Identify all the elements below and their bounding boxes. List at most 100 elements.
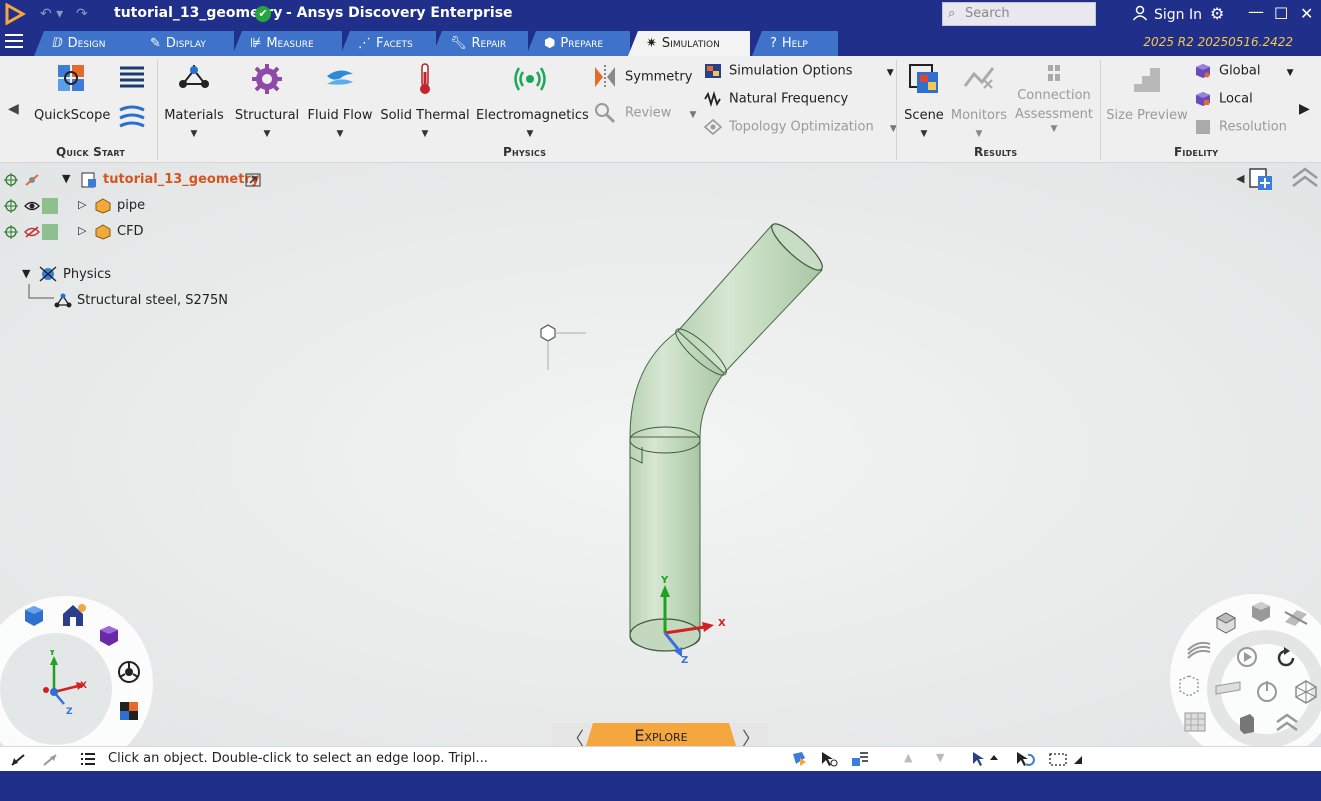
maximize-button[interactable]: ☐ xyxy=(1274,4,1288,23)
select-back-icon[interactable] xyxy=(10,753,30,767)
topology-optimization-button[interactable]: Topology Optimization ▼ xyxy=(704,119,897,135)
connection-assessment-button[interactable]: Connection Assessment ▼ xyxy=(1012,62,1096,134)
view-add-icon[interactable] xyxy=(1247,166,1277,194)
quickscope-button[interactable]: QuickScope xyxy=(34,62,110,123)
tab-measure[interactable]: ⊯ Measure xyxy=(232,31,342,56)
cube-blue-icon[interactable] xyxy=(22,604,46,628)
solid-box-icon[interactable] xyxy=(1236,712,1258,736)
dotted-cube-icon[interactable] xyxy=(1177,674,1201,698)
status-message: Click an object. Double-click to select … xyxy=(108,751,488,766)
minimize-button[interactable]: — xyxy=(1248,2,1264,21)
tree-item-pipe[interactable]: pipe xyxy=(117,198,145,213)
pointer-query-icon[interactable] xyxy=(820,750,838,768)
tree-root[interactable]: tutorial_13_geometry xyxy=(103,172,259,187)
size-preview-button[interactable]: Size Preview xyxy=(1106,62,1188,123)
local-button[interactable]: Local xyxy=(1194,91,1253,107)
section-plane-icon[interactable] xyxy=(1283,606,1309,628)
collapse-triangle-icon[interactable]: ▼ xyxy=(22,267,30,280)
topology-icon xyxy=(704,119,722,135)
color-swatch[interactable] xyxy=(42,224,58,240)
tree-item-cfd[interactable]: CFD xyxy=(117,224,144,239)
tab-repair[interactable]: 🔧︎ Repair xyxy=(432,31,528,56)
version-label: 2025 R2 20250516.2422 xyxy=(1143,35,1293,49)
streamlines-icon[interactable] xyxy=(1186,640,1212,662)
group-quick-start: Quick Start xyxy=(56,145,126,159)
resolution-button[interactable]: Resolution xyxy=(1194,119,1287,135)
symmetry-button[interactable]: Symmetry xyxy=(592,64,692,90)
color-swatch[interactable] xyxy=(42,198,58,214)
pipe-model[interactable] xyxy=(520,215,840,675)
electromagnetics-icon xyxy=(514,67,546,91)
tab-design[interactable]: ⅅ Design xyxy=(34,31,144,56)
review-button[interactable]: Review ▼ xyxy=(592,100,696,126)
simulation-options-button[interactable]: Simulation Options ▼ xyxy=(704,63,894,79)
chevron-down-icon: ▼ xyxy=(689,109,697,120)
home-view-icon[interactable] xyxy=(60,602,88,628)
down-arrow-icon[interactable]: ▼ xyxy=(936,751,944,764)
expand-triangle-icon[interactable]: ▷ xyxy=(78,198,86,211)
ribbon-scroll-right[interactable]: ▶ xyxy=(1299,101,1310,117)
selection-filter-icon[interactable] xyxy=(850,750,870,768)
title-bar: ↶ ▾ ↷ tutorial_13_geometry ✔ - Ansys Dis… xyxy=(0,0,1321,28)
solid-thermal-button[interactable]: Solid Thermal ▼ xyxy=(380,62,470,139)
power-icon[interactable] xyxy=(1254,678,1280,704)
slice-plane-icon[interactable] xyxy=(1214,680,1242,700)
electromagnetics-button[interactable]: Electromagnetics ▼ xyxy=(476,62,589,139)
tab-simulation[interactable]: ✷ Simulation xyxy=(628,31,750,56)
rotate-reset-icon[interactable] xyxy=(1274,646,1298,670)
collapse-triangle-icon[interactable]: ▼ xyxy=(62,172,70,185)
fluid-flow-button[interactable]: Fluid Flow ▼ xyxy=(306,62,374,139)
cube-purple-icon[interactable] xyxy=(97,624,121,648)
redo-icon[interactable]: ↷ xyxy=(76,6,88,22)
list-icon[interactable] xyxy=(80,752,96,766)
natural-frequency-button[interactable]: Natural Frequency xyxy=(704,91,848,107)
tab-help[interactable]: ? Help xyxy=(752,31,838,56)
hamburger-menu-icon[interactable] xyxy=(5,34,23,50)
tab-display[interactable]: ✎ Display xyxy=(132,31,234,56)
expand-chevrons-icon[interactable] xyxy=(1274,712,1300,734)
checker-pattern-icon[interactable] xyxy=(118,700,140,722)
hidden-eye-icon[interactable] xyxy=(24,225,40,239)
brush-icon: ✎ xyxy=(150,36,161,51)
tree-physics[interactable]: Physics xyxy=(63,267,111,282)
crosshair-icon[interactable] xyxy=(4,199,18,213)
select-mode-icon[interactable] xyxy=(970,750,1000,768)
play-animation-icon[interactable] xyxy=(1236,646,1258,668)
monitors-button[interactable]: Monitors ▼ xyxy=(950,62,1008,139)
tab-facets[interactable]: ⋰ Facets xyxy=(340,31,436,56)
panel-collapse-arrow[interactable]: ◀ xyxy=(1236,172,1244,185)
select-body-icon[interactable] xyxy=(790,750,808,768)
flow-lines-icon[interactable] xyxy=(118,64,146,96)
visibility-mixed-icon[interactable] xyxy=(24,173,40,187)
undo-icon[interactable]: ↶ ▾ xyxy=(40,6,63,22)
select-forward-icon[interactable] xyxy=(40,753,60,767)
streamline-icon[interactable] xyxy=(118,104,146,136)
chevron-down-icon: ▼ xyxy=(336,129,344,139)
wire-polyhedron-icon[interactable] xyxy=(1293,679,1319,705)
close-button[interactable]: ✕ xyxy=(1300,4,1313,23)
shaded-cube-icon[interactable] xyxy=(1249,600,1273,624)
ribbon-scroll-left[interactable]: ◀ xyxy=(8,101,19,117)
help-icon: ? xyxy=(770,36,777,51)
external-link-icon[interactable] xyxy=(245,173,261,187)
sign-in-button[interactable]: Sign In xyxy=(1132,5,1202,23)
undo-select-icon[interactable] xyxy=(1014,750,1036,768)
settings-icon[interactable]: ⚙ xyxy=(1210,4,1224,23)
eye-icon[interactable] xyxy=(24,199,40,213)
expand-triangle-icon[interactable]: ▷ xyxy=(78,224,86,237)
crosshair-icon[interactable] xyxy=(4,225,18,239)
mesh-icon[interactable] xyxy=(1182,710,1208,734)
structural-button[interactable]: Structural ▼ xyxy=(232,62,302,139)
box-select-icon[interactable] xyxy=(1048,752,1084,768)
materials-button[interactable]: Materials ▼ xyxy=(162,62,226,139)
crosshair-icon[interactable] xyxy=(4,173,18,187)
collapse-chevrons-icon[interactable] xyxy=(1290,166,1320,194)
up-arrow-icon[interactable]: ▲ xyxy=(904,751,912,764)
camera-aperture-icon[interactable] xyxy=(116,659,142,685)
scene-button[interactable]: Scene ▼ xyxy=(900,62,948,139)
search-input[interactable]: ⌕ Search xyxy=(942,2,1096,26)
tab-prepare[interactable]: ⬢ Prepare xyxy=(526,31,630,56)
global-button[interactable]: Global ▼ xyxy=(1194,63,1294,79)
tree-material[interactable]: Structural steel, S275N xyxy=(77,293,228,308)
wireframe-cube-icon[interactable] xyxy=(1213,610,1239,636)
